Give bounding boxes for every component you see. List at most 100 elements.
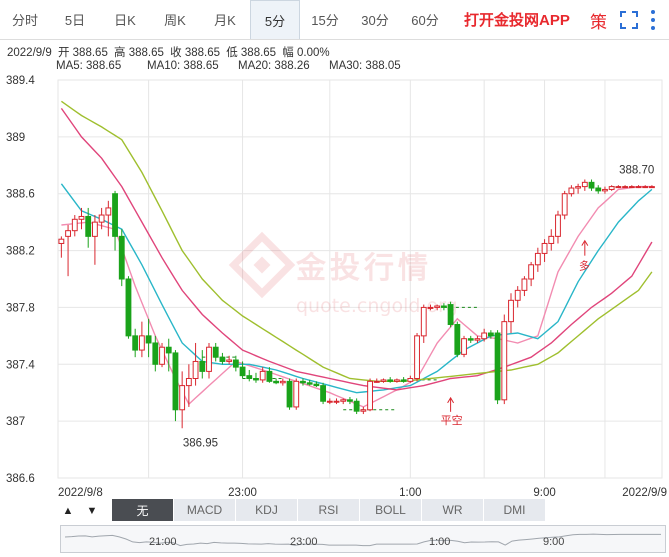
candle-body	[367, 380, 373, 411]
candle-body	[253, 378, 259, 381]
candle-body	[273, 380, 280, 384]
candle-body	[152, 342, 159, 365]
candle	[454, 321, 461, 358]
candle	[286, 378, 293, 410]
candle	[105, 200, 112, 237]
y-tick-label: 388.6	[6, 189, 35, 201]
indicator-boll[interactable]: BOLL	[360, 499, 422, 521]
candle-body	[71, 218, 78, 232]
candle	[347, 396, 353, 405]
candle-body	[226, 359, 233, 362]
y-tick-label: 386.6	[6, 473, 35, 485]
candle-body	[293, 380, 300, 408]
candle	[602, 186, 608, 194]
candle-body	[588, 181, 595, 189]
candle-body	[340, 399, 347, 402]
x-tick-label: 9:00	[533, 487, 555, 499]
candle	[615, 185, 622, 189]
candle-body	[461, 338, 467, 355]
candle	[561, 190, 568, 220]
candle	[581, 179, 588, 191]
candle	[380, 378, 387, 383]
candle-body	[487, 332, 494, 337]
scroll-down-arrow-icon[interactable]: ▼	[82, 502, 102, 520]
candle-body	[326, 400, 333, 403]
candle	[521, 276, 528, 297]
indicator-kdj[interactable]: KDJ	[236, 499, 298, 521]
candle-body	[608, 186, 615, 190]
indicator-wr[interactable]: WR	[422, 499, 484, 521]
candle-body	[581, 181, 588, 188]
candle	[414, 333, 420, 382]
candle-body	[494, 332, 501, 401]
candle-body	[595, 187, 602, 192]
candle-body	[58, 238, 65, 244]
candle	[172, 350, 179, 422]
candle-body	[85, 215, 92, 237]
candle-body	[306, 382, 313, 385]
buy-signal-label: 多	[579, 259, 590, 273]
candle	[246, 369, 253, 382]
candle-body	[239, 366, 246, 377]
candle-body	[528, 264, 535, 280]
candle	[467, 335, 474, 343]
candle-body	[387, 379, 394, 382]
candle	[642, 185, 649, 189]
candle-body	[179, 385, 186, 411]
candle-body	[467, 338, 474, 341]
candle-body	[78, 215, 85, 220]
y-tick-label: 387.4	[6, 359, 35, 371]
candle-body	[206, 346, 212, 372]
candle-body	[172, 352, 179, 411]
overview-navigator[interactable]: 21:00 23:00 1:00 9:00	[60, 525, 666, 553]
candle	[635, 185, 642, 189]
candle-body	[380, 379, 387, 382]
candle-body	[320, 385, 327, 402]
candle	[199, 350, 206, 379]
candle	[588, 179, 595, 191]
candle-body	[541, 242, 548, 254]
candle-body	[373, 380, 380, 383]
indicator-dmi[interactable]: DMI	[484, 499, 546, 521]
candle-body	[407, 378, 414, 382]
candle	[555, 210, 561, 244]
candle	[320, 382, 327, 405]
x-tick-label: 23:00	[228, 487, 257, 499]
candle-body	[521, 278, 528, 291]
candle	[534, 247, 541, 272]
candlestick-chart[interactable]: 金投行情 quote.cngold.org 389.4 389 388.6 388.2…	[0, 0, 669, 500]
candle	[326, 398, 333, 405]
candle-body	[118, 235, 125, 280]
candle-body	[279, 380, 286, 384]
candle-body	[286, 380, 293, 408]
candle-body	[333, 400, 340, 403]
indicator-macd[interactable]: MACD	[174, 499, 236, 521]
candle-body	[481, 332, 488, 340]
candle	[393, 378, 400, 383]
indicator-none[interactable]: 无	[112, 499, 174, 521]
candle	[138, 321, 145, 358]
candle	[333, 398, 340, 405]
x-tick-label: 1:00	[399, 487, 421, 499]
candle-body	[165, 346, 172, 354]
watermark-url: quote.cngold.org	[296, 295, 458, 317]
x-tick-label: 2022/9/9	[622, 487, 667, 499]
candle-body	[259, 370, 266, 381]
candle	[367, 378, 373, 412]
indicator-rsi[interactable]: RSI	[298, 499, 360, 521]
overview-label-0100: 1:00	[429, 536, 451, 548]
candle-body	[246, 375, 253, 379]
candle	[407, 375, 414, 383]
scroll-up-arrow-icon[interactable]: ▲	[58, 502, 78, 520]
candle-body	[300, 380, 306, 384]
candle	[360, 406, 367, 415]
candle-body	[635, 186, 642, 189]
candle-body	[65, 230, 71, 237]
candle	[514, 286, 521, 308]
overview-label-2300: 23:00	[290, 536, 318, 548]
cover-signal-label: 平空	[441, 413, 463, 427]
candle-body	[548, 235, 555, 244]
candle-body	[219, 356, 226, 362]
candle-body	[159, 346, 165, 365]
candle	[353, 398, 360, 415]
